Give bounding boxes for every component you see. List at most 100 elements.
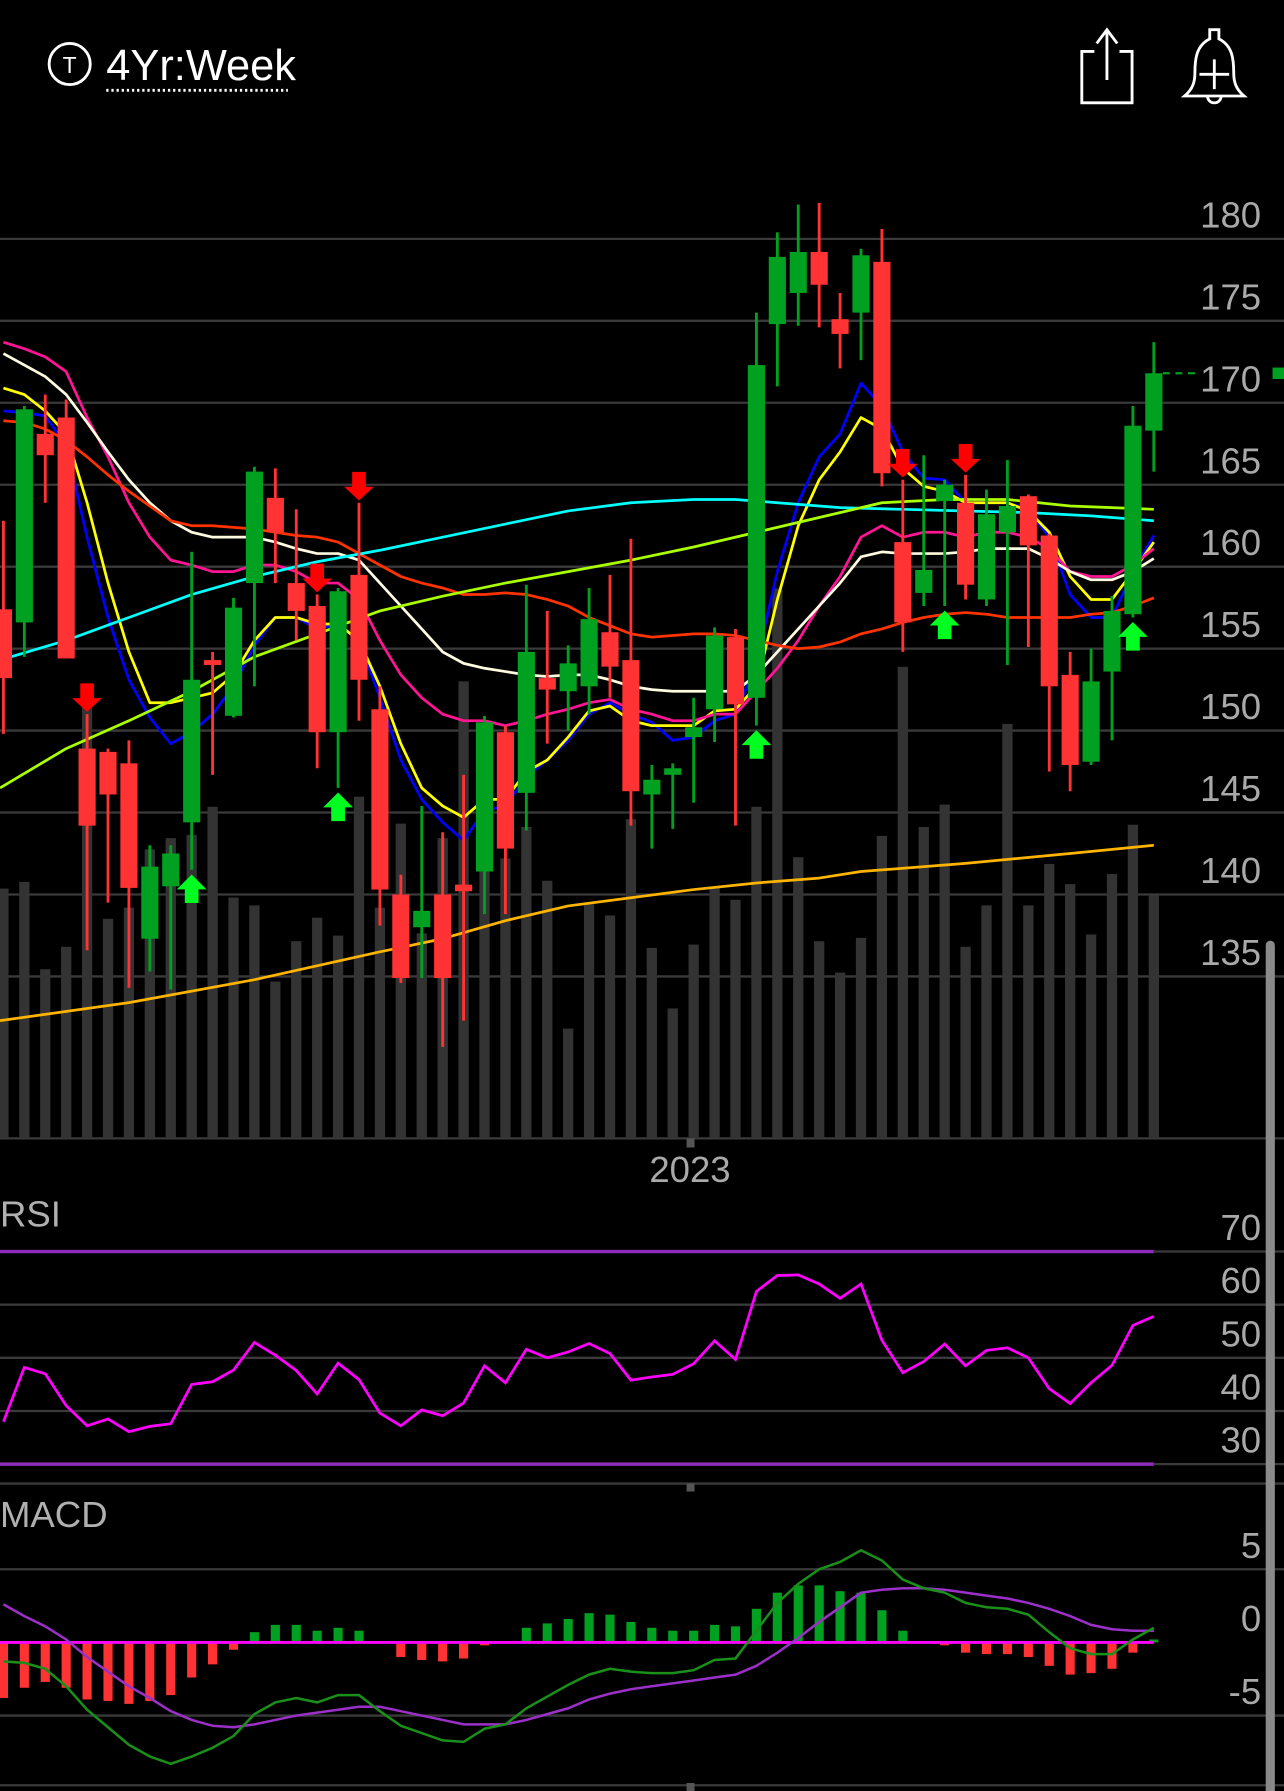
- candle-down: [894, 479, 912, 652]
- rsi-tick-label: 50: [1221, 1313, 1262, 1354]
- rsi-panel: 70 60 50 40 30: [0, 1207, 1284, 1466]
- candle-up: [1124, 406, 1142, 618]
- macd-histogram-bar: [40, 1642, 50, 1682]
- candle-up: [1082, 648, 1100, 765]
- macd-histogram-bar: [145, 1642, 155, 1701]
- macd-signal-line: [2, 1587, 1154, 1729]
- candle-body: [915, 569, 933, 593]
- volume-bar: [918, 826, 929, 1138]
- candle-up: [413, 805, 431, 979]
- candle-body: [183, 679, 201, 823]
- scrollbar[interactable]: [1265, 940, 1275, 1791]
- candle-body: [789, 251, 807, 293]
- candle-up: [768, 232, 786, 387]
- volume-bar: [625, 819, 637, 1138]
- candle-body: [413, 910, 431, 928]
- volume-bar: [1002, 723, 1013, 1138]
- candle-down: [810, 202, 828, 328]
- candle-body: [936, 484, 954, 502]
- macd-title: MACD: [0, 1494, 108, 1535]
- volume-bar: [1106, 874, 1118, 1138]
- candle-up: [183, 551, 201, 870]
- candle-down: [496, 725, 514, 915]
- macd-histogram-bar: [354, 1630, 364, 1643]
- ticker-icon[interactable]: T: [47, 42, 92, 87]
- candle-body: [894, 542, 912, 623]
- x-tick-label: 2023: [649, 1149, 730, 1190]
- volume-bar: [646, 947, 657, 1138]
- candle-body: [685, 727, 703, 738]
- candle-body: [1040, 535, 1058, 687]
- candle-body: [350, 574, 368, 680]
- candle-down: [831, 292, 849, 369]
- volume-bar: [61, 946, 72, 1138]
- ma-yellow-line: [3, 386, 1155, 819]
- timeframe-selector[interactable]: 4Yr:Week: [106, 42, 296, 90]
- macd-histogram-bar: [208, 1642, 218, 1665]
- candle-body: [266, 497, 284, 533]
- share-icon[interactable]: [1080, 27, 1134, 105]
- macd-histogram-bar: [1023, 1642, 1033, 1658]
- volume-bar: [897, 666, 908, 1138]
- candle-body: [1082, 681, 1100, 762]
- macd-histogram-bar: [542, 1623, 552, 1643]
- candle-up: [852, 248, 870, 361]
- volume-bar: [709, 887, 720, 1138]
- candle-down: [1061, 651, 1079, 792]
- volume-bar: [751, 806, 762, 1138]
- macd-tick-label: -5: [1229, 1671, 1261, 1712]
- candle-down: [36, 394, 54, 503]
- volume-bar: [1085, 934, 1097, 1138]
- macd-histogram-bar: [1107, 1642, 1117, 1669]
- rsi-title: RSI: [0, 1193, 61, 1234]
- candle-up: [559, 645, 577, 731]
- candle-body: [977, 514, 996, 600]
- bell-plus-icon[interactable]: [1180, 28, 1248, 105]
- candle-body: [601, 632, 619, 667]
- candle-body: [371, 709, 389, 890]
- macd-line: [3, 1548, 1155, 1766]
- volume-bar: [981, 905, 992, 1138]
- last-price-marker: [1272, 367, 1284, 379]
- volume-bar: [374, 907, 386, 1138]
- volume-bar: [19, 881, 30, 1138]
- rsi-tick-label: 30: [1221, 1420, 1262, 1461]
- rsi-tick-label: 40: [1221, 1367, 1262, 1408]
- candle-down: [957, 474, 975, 600]
- candle-body: [120, 763, 138, 888]
- volume-bar: [270, 981, 281, 1138]
- macd-histogram-bar: [291, 1624, 301, 1643]
- volume-bar: [960, 946, 971, 1138]
- candle-down: [371, 686, 389, 926]
- macd-histogram-bar: [459, 1642, 469, 1659]
- macd-histogram-bar: [61, 1642, 71, 1688]
- header: T 4Yr:Week: [47, 27, 1248, 105]
- x-tick-mark: [686, 1483, 695, 1492]
- candle-up: [162, 845, 180, 990]
- macd-histogram-bar: [0, 1642, 8, 1699]
- macd-histogram-bar: [417, 1642, 427, 1660]
- volume-bar: [814, 941, 825, 1138]
- volume-bar: [1148, 895, 1159, 1138]
- candle-down: [308, 594, 326, 769]
- candle-up: [643, 764, 661, 849]
- x-tick-mark: [686, 1782, 695, 1791]
- buy-arrow-icon: [1118, 622, 1148, 651]
- price-tick-label: 145: [1200, 768, 1261, 809]
- macd-histogram-bar: [1044, 1642, 1054, 1666]
- candle-up: [1145, 342, 1163, 472]
- macd-histogram-bar: [626, 1621, 636, 1643]
- candle-body: [768, 256, 786, 325]
- volume-bar: [1127, 824, 1139, 1138]
- candle-body: [1124, 425, 1142, 615]
- macd-histogram-bar: [166, 1642, 176, 1696]
- price-axis: 180 175 170 165 160 155 150 145 140 135: [1200, 194, 1261, 973]
- stock-chart[interactable]: T 4Yr:Week 180 175 170 165 160 155 150 145 140 13…: [0, 0, 1284, 1791]
- volume-bar: [604, 915, 616, 1138]
- price-tick-label: 150: [1200, 686, 1261, 727]
- volume-bar: [249, 905, 260, 1138]
- macd-histogram-bar: [710, 1624, 720, 1643]
- candle-body: [36, 433, 54, 456]
- volume-bar: [312, 917, 323, 1138]
- candle-up: [517, 584, 535, 831]
